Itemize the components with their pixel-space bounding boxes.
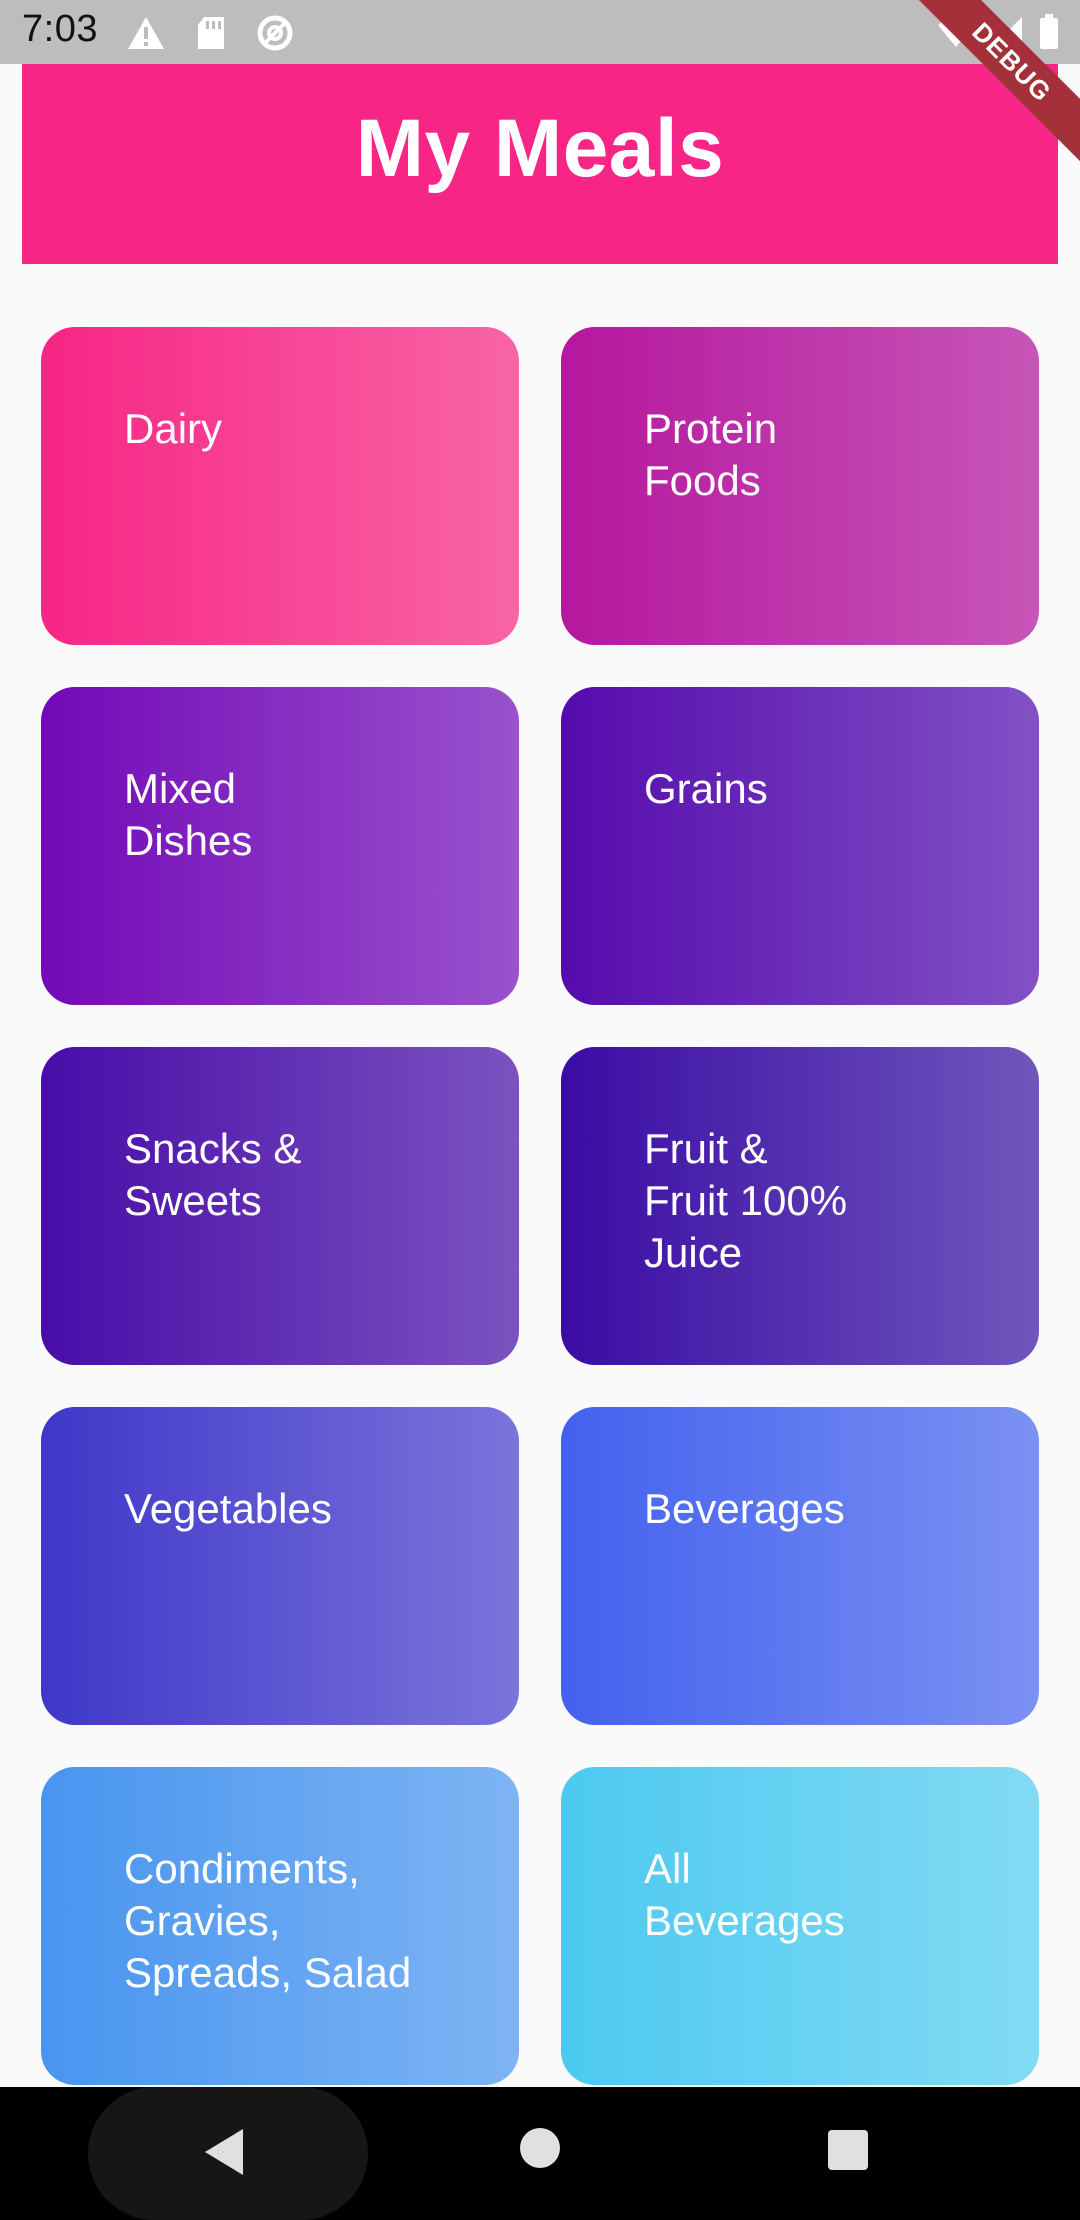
recents-icon: [828, 2129, 868, 2175]
warning-icon: [126, 15, 166, 56]
back-icon: [203, 2127, 247, 2182]
category-label: Snacks & Sweets: [124, 1125, 302, 1224]
category-tile-snacks-sweets[interactable]: Snacks & Sweets: [41, 1047, 519, 1365]
status-icons-left: [126, 14, 294, 57]
category-tile-grains[interactable]: Grains: [561, 687, 1039, 1005]
navigation-bar: [0, 2087, 1080, 2220]
status-bar: 7:03: [0, 0, 1080, 64]
category-grid: Dairy Protein Foods Mixed Dishes Grains …: [41, 327, 1039, 2085]
home-icon: [519, 2127, 561, 2174]
category-tile-dairy[interactable]: Dairy: [41, 327, 519, 645]
app-bar: My Meals: [22, 64, 1058, 264]
category-tile-vegetables[interactable]: Vegetables: [41, 1407, 519, 1725]
recents-button[interactable]: [826, 2129, 870, 2175]
category-tile-condiments[interactable]: Condiments, Gravies, Spreads, Salad: [41, 1767, 519, 2085]
category-label: Mixed Dishes: [124, 765, 253, 864]
category-label: Dairy: [124, 405, 223, 452]
sd-card-icon: [196, 15, 226, 56]
category-label: Protein Foods: [644, 405, 778, 504]
home-button[interactable]: [517, 2127, 563, 2173]
battery-icon: [1038, 14, 1060, 55]
screen: 7:03 My Meals DEBUG Dairy Protein Foods …: [0, 0, 1080, 2220]
category-label: Vegetables: [124, 1485, 332, 1532]
category-label: Fruit & Fruit 100% Juice: [644, 1125, 848, 1276]
category-tile-beverages[interactable]: Beverages: [561, 1407, 1039, 1725]
status-time: 7:03: [22, 8, 98, 50]
category-tile-protein-foods[interactable]: Protein Foods: [561, 327, 1039, 645]
category-label: Condiments, Gravies, Spreads, Salad: [124, 1845, 412, 1996]
category-tile-mixed-dishes[interactable]: Mixed Dishes: [41, 687, 519, 1005]
category-label: Beverages: [644, 1485, 845, 1532]
category-tile-fruit-juice[interactable]: Fruit & Fruit 100% Juice: [561, 1047, 1039, 1365]
back-button[interactable]: [198, 2127, 252, 2181]
category-label: Grains: [644, 765, 768, 812]
page-title: My Meals: [355, 103, 725, 194]
sync-icon: [256, 14, 294, 57]
category-tile-all-beverages[interactable]: All Beverages: [561, 1767, 1039, 2085]
category-label: All Beverages: [644, 1845, 845, 1944]
